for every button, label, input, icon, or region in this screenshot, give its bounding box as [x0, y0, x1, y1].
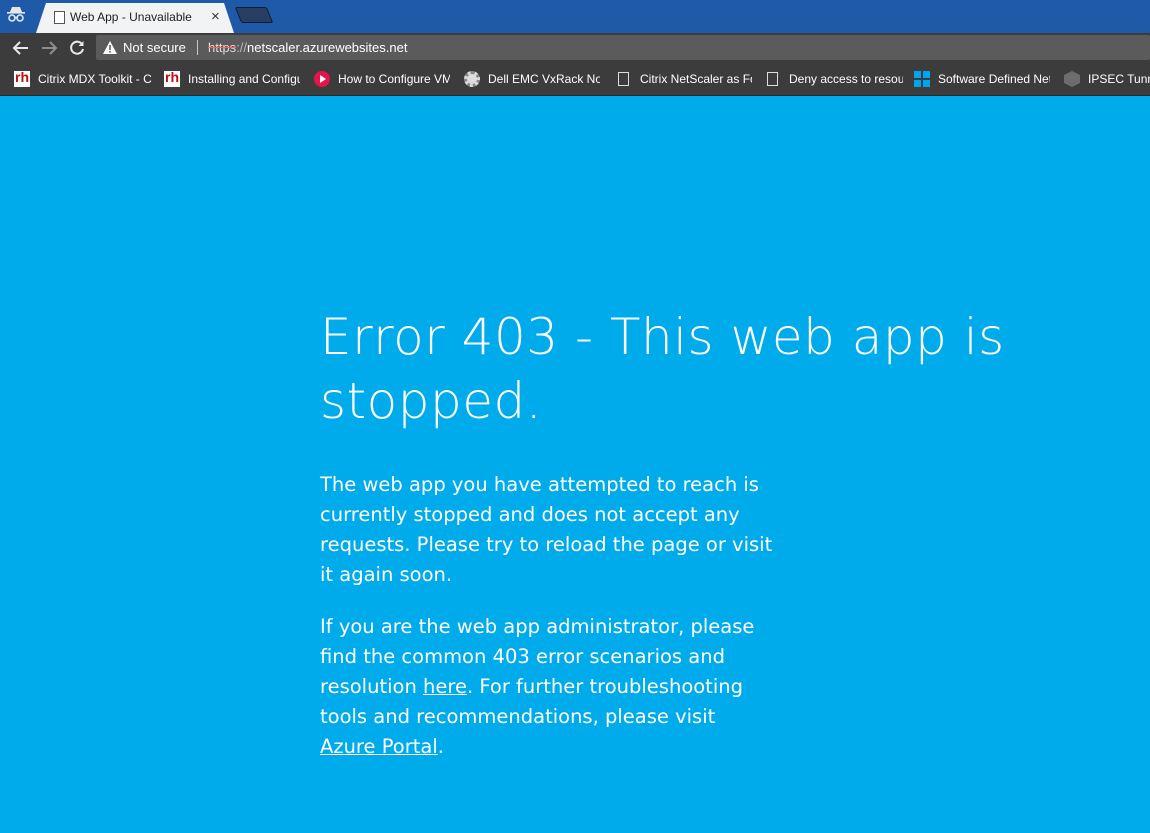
play-circle-icon	[314, 71, 330, 87]
page-icon	[767, 72, 778, 86]
url-text[interactable]: https://netscaler.azurewebsites.net	[208, 40, 407, 55]
bookmark-item[interactable]: How to Configure VM	[314, 62, 450, 95]
security-status[interactable]: Not secure	[123, 40, 186, 55]
cube-icon	[1064, 71, 1080, 87]
bookmark-label: Installing and Configu	[188, 72, 300, 86]
bookmark-item[interactable]: Citrix NetScaler as Fo	[618, 62, 752, 95]
tab-strip: Web App - Unavailable ×	[0, 0, 1150, 33]
bookmark-item[interactable]: IPSEC Tunne	[1064, 62, 1150, 95]
rh-icon	[14, 69, 30, 87]
page-title: Error 403 - This web app is stopped.	[320, 308, 1005, 430]
here-link[interactable]: here	[423, 675, 467, 698]
bookmark-item[interactable]: Installing and Configu	[164, 62, 300, 95]
error-content: Error 403 - This web app is stopped. The…	[320, 305, 1010, 762]
bookmark-label: How to Configure VM	[338, 72, 450, 86]
bookmark-label: Citrix NetScaler as Fo	[640, 72, 752, 86]
bookmark-item[interactable]: Citrix MDX Toolkit - C	[14, 62, 152, 95]
reload-button[interactable]	[66, 37, 88, 59]
error-description: The web app you have attempted to reach …	[320, 473, 773, 586]
page-icon	[54, 11, 65, 24]
url-scheme: https	[208, 40, 237, 55]
back-arrow-icon	[12, 41, 28, 55]
incognito-icon	[7, 7, 25, 22]
toolbar: Not secure https://netscaler.azurewebsit…	[0, 33, 1150, 62]
bookmark-label: Citrix MDX Toolkit - C	[38, 72, 152, 86]
page-icon	[618, 72, 629, 86]
url-host: netscaler.azurewebsites.net	[247, 40, 408, 55]
forward-arrow-icon	[42, 41, 58, 55]
gear-icon	[464, 71, 480, 87]
bookmark-item[interactable]: Deny access to resou	[767, 62, 903, 95]
help-text-part: .	[437, 735, 444, 758]
rh-icon	[164, 69, 180, 87]
warning-icon	[103, 41, 117, 54]
divider	[197, 40, 198, 55]
forward-button[interactable]	[38, 37, 60, 59]
windows-icon	[914, 71, 930, 87]
address-bar[interactable]: Not secure https://netscaler.azurewebsit…	[96, 35, 1150, 60]
reload-icon	[70, 40, 84, 55]
bookmark-label: IPSEC Tunne	[1088, 72, 1150, 86]
bookmark-label: Dell EMC VxRack Noc	[488, 72, 600, 86]
new-tab-button[interactable]	[234, 7, 274, 23]
bookmark-item[interactable]: Dell EMC VxRack Noc	[464, 62, 600, 95]
bookmark-label: Software Defined Net	[938, 72, 1050, 86]
url-separator: ://	[236, 40, 248, 55]
admin-help-text: If you are the web app administrator, pl…	[320, 612, 775, 762]
bookmark-label: Deny access to resou	[789, 72, 903, 86]
tab-active[interactable]: Web App - Unavailable ×	[36, 3, 234, 33]
close-tab-icon[interactable]: ×	[211, 8, 220, 26]
bookmark-item[interactable]: Software Defined Net	[914, 62, 1050, 95]
back-button[interactable]	[10, 37, 32, 59]
bookmarks-bar: Citrix MDX Toolkit - C Installing and Co…	[0, 62, 1150, 96]
tab-title: Web App - Unavailable	[70, 10, 192, 24]
azure-portal-link[interactable]: Azure Portal	[320, 735, 438, 758]
